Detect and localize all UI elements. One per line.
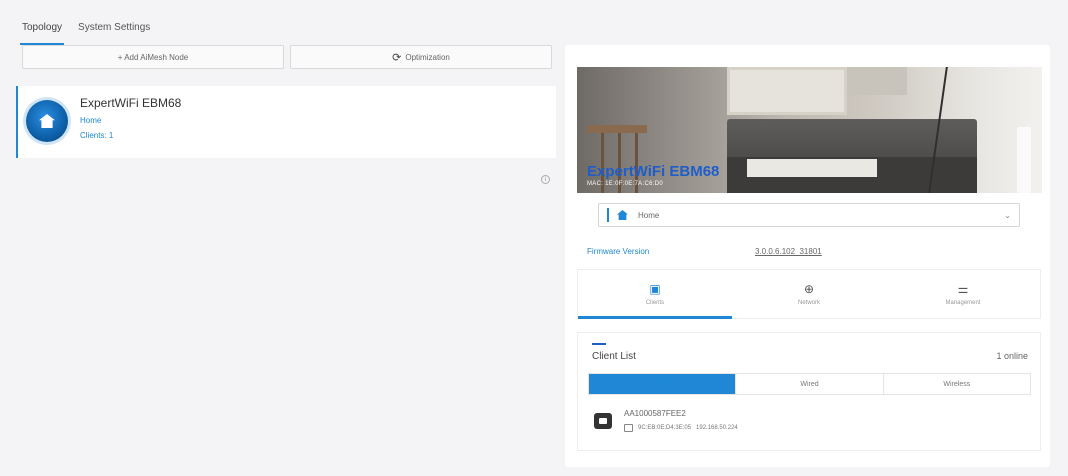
sliders-icon: ⚌ bbox=[957, 282, 969, 296]
location-value: Home bbox=[638, 210, 660, 220]
client-filter: Wired Wired Wireless bbox=[588, 373, 1031, 395]
firmware-row: Firmware Version 3.0.0.6.102_31801 bbox=[587, 247, 1027, 256]
hero-image: ExpertWiFi EBM68 MAC: 1E:0F:0E:7A:C6:D0 bbox=[577, 67, 1042, 193]
filter-wireless[interactable]: Wireless bbox=[882, 374, 1030, 394]
tab-network-label: Network bbox=[797, 300, 820, 306]
home-icon bbox=[39, 114, 55, 128]
optimization-button[interactable]: ⟳ Optimization bbox=[290, 45, 552, 69]
filter-wired[interactable]: Wired bbox=[735, 374, 882, 394]
node-location[interactable]: Home bbox=[80, 116, 181, 125]
client-mac: 9C:EB:0E:D4:3E:05 bbox=[638, 425, 692, 431]
client-ip: 192.168.50.224 bbox=[696, 425, 738, 431]
clients-icon: ▣ bbox=[649, 282, 661, 296]
firmware-label: Firmware Version bbox=[587, 247, 650, 256]
topology-actions: + Add AiMesh Node ⟳ Optimization bbox=[22, 45, 552, 69]
hero-router bbox=[1017, 127, 1031, 193]
online-count: 1 online bbox=[996, 351, 1028, 361]
firmware-version-link[interactable]: 3.0.0.6.102_31801 bbox=[755, 247, 822, 256]
chevron-down-icon: ⌄ bbox=[1004, 210, 1011, 220]
node-name: ExpertWiFi EBM68 bbox=[80, 96, 182, 110]
optimization-label: Optimization bbox=[405, 52, 450, 62]
hero-title: ExpertWiFi EBM68 bbox=[587, 163, 720, 180]
location-select[interactable]: Home ⌄ bbox=[598, 203, 1020, 227]
hero-frame bbox=[727, 67, 847, 115]
tab-clients[interactable]: ▣ Clients bbox=[578, 270, 732, 319]
client-list-title: Client List bbox=[592, 351, 636, 362]
tab-clients-label: Clients bbox=[645, 300, 665, 306]
tab-management-label: Management bbox=[945, 300, 981, 306]
top-tabs: Topology System Settings bbox=[14, 16, 158, 45]
client-sub: 9C:EB:0E:D4:3E:05 192.168.50.224 bbox=[624, 424, 738, 432]
node-info: ExpertWiFi EBM68 Home Clients: 1 bbox=[80, 96, 181, 140]
home-icon bbox=[617, 210, 628, 220]
optimization-icon: ⟳ bbox=[392, 51, 402, 64]
select-accent-bar bbox=[607, 208, 609, 222]
globe-icon: ⊕ bbox=[803, 282, 815, 296]
node-clients[interactable]: Clients: 1 bbox=[80, 131, 181, 140]
ethernet-icon bbox=[624, 424, 633, 432]
tab-system-settings[interactable]: System Settings bbox=[70, 16, 158, 44]
client-name: AA1000587FEE2 bbox=[624, 409, 686, 418]
title-accent bbox=[592, 343, 606, 345]
tab-network[interactable]: ⊕ Network bbox=[732, 270, 886, 318]
detail-tabs: ▣ Clients ⊕ Network ⚌ Management bbox=[577, 269, 1041, 319]
info-icon[interactable]: i bbox=[541, 175, 550, 184]
client-list-card: Client List 1 online Wired Wired Wireles… bbox=[577, 332, 1041, 451]
tab-management[interactable]: ⚌ Management bbox=[886, 270, 1040, 318]
filter-all[interactable]: Wired bbox=[589, 374, 736, 394]
node-avatar bbox=[26, 100, 68, 142]
add-aimesh-node-label: + Add AiMesh Node bbox=[117, 52, 189, 62]
hero-subtitle: MAC: 1E:0F:0E:7A:C6:D0 bbox=[587, 181, 663, 187]
client-row[interactable]: AA1000587FEE2 9C:EB:0E:D4:3E:05 192.168.… bbox=[594, 409, 738, 432]
add-aimesh-node-button[interactable]: + Add AiMesh Node bbox=[22, 45, 284, 69]
client-details: AA1000587FEE2 9C:EB:0E:D4:3E:05 192.168.… bbox=[624, 409, 738, 432]
monitor-icon bbox=[594, 412, 612, 429]
tab-topology[interactable]: Topology bbox=[14, 16, 70, 45]
node-card[interactable]: ExpertWiFi EBM68 Home Clients: 1 bbox=[16, 86, 556, 158]
hero-table bbox=[747, 159, 877, 177]
